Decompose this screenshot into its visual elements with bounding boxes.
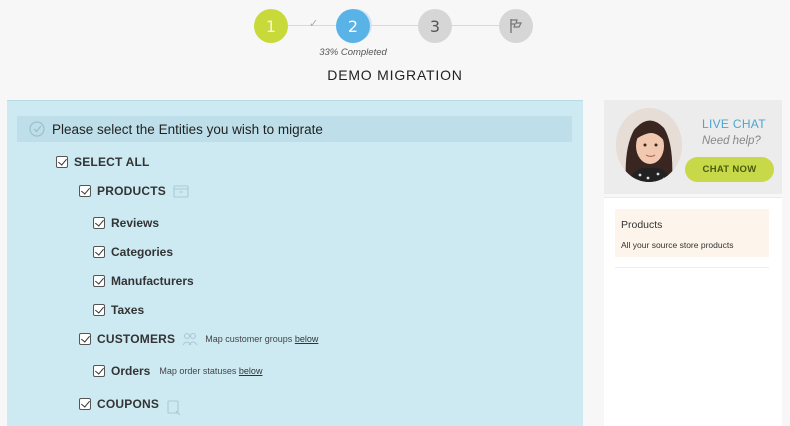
orders-note: Map order statuses below bbox=[159, 366, 262, 376]
coupons-checkbox[interactable] bbox=[79, 398, 91, 410]
orders-row[interactable]: Orders Map order statuses below bbox=[93, 364, 262, 378]
products-label[interactable]: PRODUCTS bbox=[97, 184, 166, 198]
entities-panel: Please select the Entities you wish to m… bbox=[7, 100, 583, 426]
check-circle-icon bbox=[29, 121, 45, 137]
reviews-row[interactable]: Reviews bbox=[93, 216, 159, 230]
taxes-row[interactable]: Taxes bbox=[93, 303, 144, 317]
live-chat-title: LIVE CHAT bbox=[702, 117, 766, 131]
step-1[interactable]: 1 bbox=[254, 9, 288, 43]
step-done-check-icon: ✓ bbox=[309, 18, 319, 30]
progress-text: 33% Completed bbox=[319, 47, 387, 58]
products-checkbox[interactable] bbox=[79, 185, 91, 197]
divider bbox=[615, 267, 769, 268]
products-row[interactable]: PRODUCTS bbox=[79, 183, 190, 199]
step-connector bbox=[452, 25, 499, 26]
flag-icon bbox=[510, 19, 522, 33]
step-2[interactable]: 2 bbox=[336, 9, 370, 43]
select-all-row[interactable]: SELECT ALL bbox=[56, 155, 150, 169]
chat-now-button[interactable]: CHAT NOW bbox=[685, 157, 774, 182]
step-2-label: 2 bbox=[347, 16, 359, 36]
manufacturers-checkbox[interactable] bbox=[93, 275, 105, 287]
need-help-text: Need help? bbox=[702, 135, 761, 147]
entity-info-card: Products All your source store products bbox=[615, 209, 769, 257]
entity-info-panel: Products All your source store products bbox=[604, 197, 782, 426]
customers-checkbox[interactable] bbox=[79, 333, 91, 345]
coupons-label[interactable]: COUPONS bbox=[97, 397, 159, 411]
orders-label[interactable]: Orders bbox=[111, 364, 150, 378]
entities-header-text: Please select the Entities you wish to m… bbox=[52, 121, 323, 137]
reviews-label[interactable]: Reviews bbox=[111, 216, 159, 230]
progress-stepper: ✓ 1 2 3 33% Completed bbox=[0, 0, 790, 60]
support-agent-avatar bbox=[616, 108, 682, 182]
coupon-icon bbox=[167, 400, 181, 415]
coupons-row[interactable]: COUPONS bbox=[79, 393, 183, 415]
select-all-checkbox[interactable] bbox=[56, 156, 68, 168]
manufacturers-row[interactable]: Manufacturers bbox=[93, 274, 194, 288]
customers-note: Map customer groups below bbox=[205, 334, 318, 344]
categories-checkbox[interactable] bbox=[93, 246, 105, 258]
order-statuses-below-link[interactable]: below bbox=[239, 366, 263, 376]
entities-header: Please select the Entities you wish to m… bbox=[17, 116, 572, 142]
reviews-checkbox[interactable] bbox=[93, 217, 105, 229]
step-finish[interactable] bbox=[499, 9, 533, 43]
step-1-label: 1 bbox=[265, 16, 277, 36]
taxes-checkbox[interactable] bbox=[93, 304, 105, 316]
taxes-label[interactable]: Taxes bbox=[111, 303, 144, 317]
box-icon bbox=[173, 185, 189, 198]
step-3-label: 3 bbox=[429, 16, 441, 36]
step-3[interactable]: 3 bbox=[418, 9, 452, 43]
agent-photo-icon bbox=[616, 108, 682, 182]
categories-label[interactable]: Categories bbox=[111, 245, 173, 259]
customers-label[interactable]: CUSTOMERS bbox=[97, 332, 175, 346]
page-title: DEMO MIGRATION bbox=[327, 67, 463, 83]
customers-row[interactable]: CUSTOMERS Map customer groups below bbox=[79, 331, 318, 347]
orders-note-text: Map order statuses bbox=[159, 366, 237, 376]
users-icon bbox=[182, 332, 198, 346]
entity-info-title: Products bbox=[621, 219, 663, 231]
step-connector bbox=[370, 25, 418, 26]
customers-note-text: Map customer groups bbox=[205, 334, 293, 344]
select-all-label[interactable]: SELECT ALL bbox=[74, 155, 150, 169]
customer-groups-below-link[interactable]: below bbox=[295, 334, 319, 344]
categories-row[interactable]: Categories bbox=[93, 245, 173, 259]
manufacturers-label[interactable]: Manufacturers bbox=[111, 274, 194, 288]
orders-checkbox[interactable] bbox=[93, 365, 105, 377]
entity-info-description: All your source store products bbox=[621, 240, 734, 250]
live-chat-box: LIVE CHAT Need help? CHAT NOW bbox=[604, 100, 782, 194]
